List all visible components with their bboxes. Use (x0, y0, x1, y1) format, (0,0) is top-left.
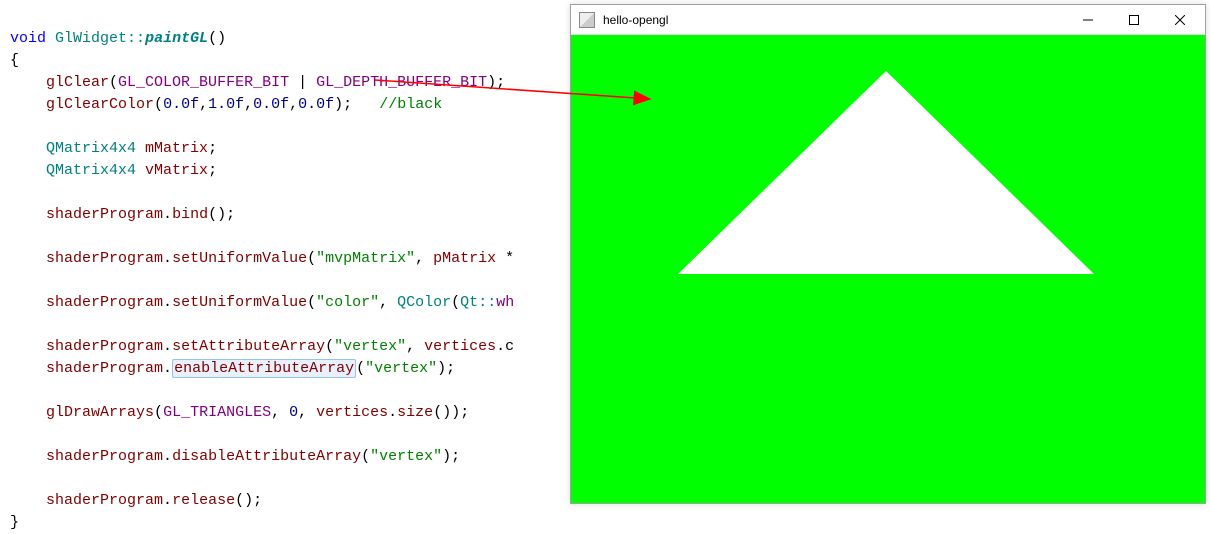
close-button[interactable] (1157, 5, 1203, 35)
rendered-triangle (678, 71, 1094, 274)
minimize-button[interactable] (1065, 5, 1111, 35)
keyword: void (10, 30, 46, 47)
window-controls (1065, 5, 1203, 35)
titlebar[interactable]: hello-opengl (571, 5, 1205, 35)
opengl-window[interactable]: hello-opengl (570, 4, 1206, 504)
minimize-icon (1083, 15, 1093, 25)
gl-viewport (571, 35, 1205, 503)
maximize-button[interactable] (1111, 5, 1157, 35)
window-title: hello-opengl (603, 13, 1065, 27)
gl-clear-call: glClear (46, 74, 109, 91)
type-name: GlWidget (55, 30, 127, 47)
code-editor[interactable]: void GlWidget::paintGL() { glClear(GL_CO… (0, 0, 570, 507)
gl-clearcolor-call: glClearColor (46, 96, 154, 113)
comment: //black (379, 96, 442, 113)
maximize-icon (1129, 15, 1139, 25)
highlighted-token[interactable]: enableAttributeArray (172, 359, 356, 378)
app-icon (579, 12, 595, 28)
scope-op: :: (127, 30, 145, 47)
function-name: paintGL (145, 30, 208, 47)
close-icon (1175, 15, 1185, 25)
